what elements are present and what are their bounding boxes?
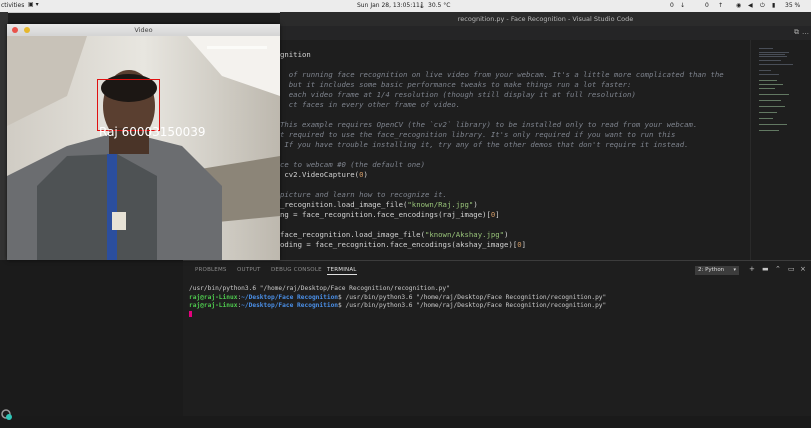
webcam-feed: Raj 60003150039 (7, 36, 280, 260)
battery-percent: 35 % (785, 2, 801, 9)
code-token: ] (495, 210, 500, 219)
code-line: gnition (280, 50, 311, 59)
code-line: each video frame at 1/4 resolution (thou… (280, 90, 636, 99)
thermometer-icon: 🌡 (418, 2, 426, 9)
code-token: oding = face_recognition.face_encodings(… (280, 240, 518, 249)
editor-tab-strip: ⧉ … (280, 26, 811, 40)
code-line: face_recognition.load_image_file("known/… (280, 230, 724, 240)
code-line: ce to webcam #0 (the default one) (280, 160, 425, 169)
code-token: ) (473, 200, 478, 209)
code-token: _recognition.load_image_file( (280, 200, 408, 209)
tab-output[interactable]: OUTPUT (237, 267, 261, 273)
minimap[interactable] (750, 40, 811, 260)
code-line: ct faces in every other frame of video. (280, 100, 461, 109)
window-title: recognition.py - Face Recognition - Visu… (457, 15, 634, 23)
sidebar-lower (0, 260, 183, 416)
code-line: oding = face_recognition.face_encodings(… (280, 240, 724, 250)
app-menu-icon[interactable]: ▣ ▾ (28, 1, 39, 8)
code-token: "known/Raj.jpg" (407, 200, 474, 209)
face-detection-box (97, 79, 160, 131)
close-icon[interactable]: × (800, 265, 806, 273)
code-token: ) (504, 230, 509, 239)
code-lines: gnition of running face recognition on l… (280, 50, 724, 250)
maximize-panel-icon[interactable]: ▭ (788, 265, 795, 273)
code-token: face_recognition.load_image_file( (280, 230, 425, 239)
terminal-line: /usr/bin/python3.6 "/home/raj/Desktop/Fa… (189, 285, 450, 292)
net-up-readout: 0 (705, 2, 709, 9)
video-window[interactable]: Video Raj 60003150039 (7, 24, 280, 260)
face-label: Raj 60003150039 (99, 125, 206, 139)
terminal-cursor (189, 311, 192, 317)
code-token: ) (363, 170, 368, 179)
temperature-readout: 30.5 °C (428, 2, 451, 9)
terminal-panel: PROBLEMS OUTPUT DEBUG CONSOLE TERMINAL 2… (183, 260, 811, 417)
tab-debug-console[interactable]: DEBUG CONSOLE (271, 267, 322, 273)
power-icon[interactable]: ⏻ (760, 2, 765, 10)
trash-icon[interactable]: ▬ (762, 265, 769, 273)
terminal-output[interactable]: /usr/bin/python3.6 "/home/raj/Desktop/Fa… (189, 285, 606, 311)
gear-icon[interactable] (0, 406, 16, 420)
tab-terminal[interactable]: TERMINAL (327, 267, 357, 275)
code-line: If you have trouble installing it, try a… (280, 140, 689, 149)
chevron-down-icon: ▾ (733, 267, 736, 273)
minimap-preview (759, 48, 793, 131)
terminal-select[interactable]: 2: Python ▾ (695, 266, 739, 275)
code-line: picture and learn how to recognize it. (280, 190, 447, 199)
code-token: cv2.VideoCapture( (280, 170, 360, 179)
code-line: t required to use the face_recognition l… (280, 130, 676, 139)
terminal-select-value: 2: Python (698, 267, 725, 273)
volume-icon[interactable]: ◀ (748, 2, 753, 9)
clock[interactable]: Sun Jan 28, 13:05:11 (357, 2, 420, 9)
terminal-line: raj@raj-Linux:~/Desktop/Face Recognition… (189, 302, 607, 309)
code-token: "known/Akshay.jpg" (424, 230, 505, 239)
down-arrow-icon: ↓ (680, 2, 686, 9)
battery-icon[interactable]: ▮ (772, 2, 775, 9)
code-token: ] (521, 240, 527, 249)
more-actions-icon[interactable]: … (802, 28, 809, 36)
up-arrow-icon: ↑ (718, 2, 724, 9)
code-line: but it includes some basic performance t… (280, 80, 632, 89)
split-editor-icon[interactable]: ⧉ (794, 28, 799, 37)
terminal-line: raj@raj-Linux:~/Desktop/Face Recognition… (189, 293, 607, 301)
new-terminal-icon[interactable]: + (749, 265, 755, 273)
code-line: ng = face_recognition.face_encodings(raj… (280, 210, 724, 220)
code-line: This example requires OpenCV (the `cv2` … (280, 120, 698, 129)
code-line: of running face recognition on live vide… (280, 70, 724, 79)
wifi-icon[interactable]: ◉ (736, 2, 741, 9)
tab-problems[interactable]: PROBLEMS (195, 267, 227, 273)
video-title: Video (134, 26, 153, 34)
chevron-up-icon[interactable]: ⌃ (775, 265, 781, 273)
status-bar (0, 416, 811, 428)
code-line: _recognition.load_image_file("known/Raj.… (280, 200, 724, 210)
net-down-readout: 0 (670, 2, 674, 9)
activities-button[interactable]: ctivities (1, 2, 24, 9)
code-line: cv2.VideoCapture(0) (280, 170, 724, 180)
video-title-bar[interactable]: Video (7, 24, 280, 36)
webcam-image (7, 36, 280, 260)
code-token: ng = face_recognition.face_encodings(raj… (280, 210, 491, 219)
vscode-title-bar: recognition.py - Face Recognition - Visu… (280, 12, 811, 26)
code-editor[interactable]: gnition of running face recognition on l… (280, 40, 750, 260)
